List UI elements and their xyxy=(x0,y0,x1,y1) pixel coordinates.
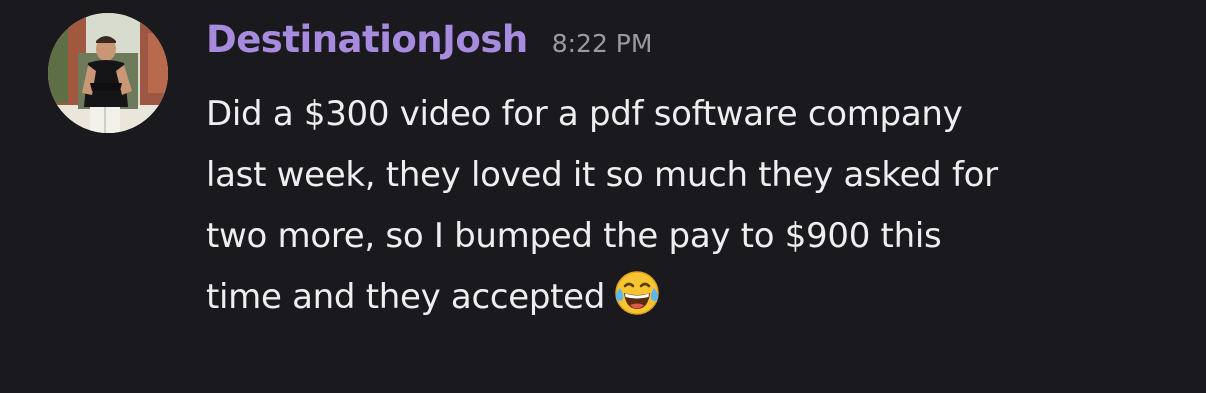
username[interactable]: DestinationJosh xyxy=(206,18,528,61)
message-line-last: time and they accepted xyxy=(206,267,1186,328)
message-header: DestinationJosh 8:22 PM xyxy=(206,18,652,74)
message-content: Did a $300 video for a pdf software comp… xyxy=(206,84,1186,328)
avatar-photo xyxy=(48,13,168,133)
message-line-text: time and they accepted xyxy=(206,277,606,317)
chat-message: DestinationJosh 8:22 PM Did a $300 video… xyxy=(0,0,1206,393)
message-line: two more, so I bumped the pay to $900 th… xyxy=(206,216,942,256)
face-with-tears-of-joy-icon[interactable] xyxy=(613,269,661,317)
message-line: Did a $300 video for a pdf software comp… xyxy=(206,94,963,134)
message-line: last week, they loved it so much they as… xyxy=(206,155,998,195)
timestamp: 8:22 PM xyxy=(551,29,653,58)
avatar[interactable] xyxy=(48,13,168,133)
